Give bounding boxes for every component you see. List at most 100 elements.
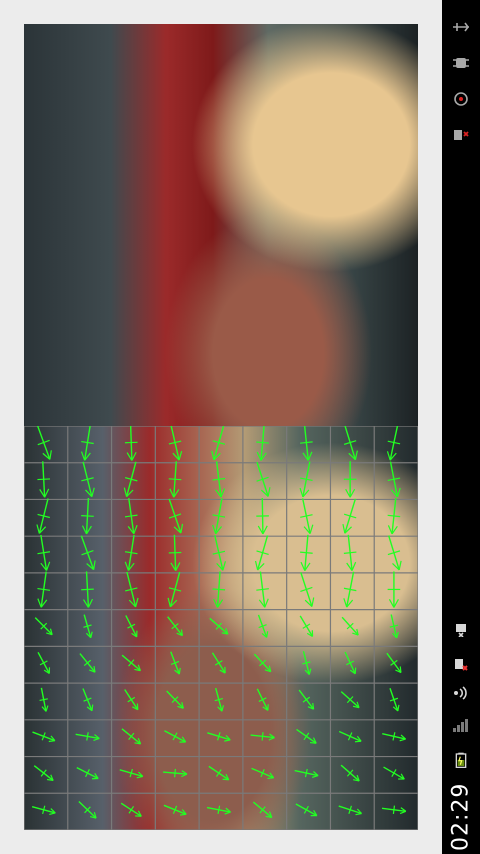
alarm-icon	[449, 620, 473, 638]
flow-vector	[75, 732, 100, 742]
no-sim-icon	[449, 656, 473, 674]
flow-vector	[82, 688, 94, 712]
flow-vector	[81, 461, 95, 498]
flow-vector	[300, 498, 314, 534]
flow-vector	[207, 732, 231, 742]
flow-vector	[387, 498, 401, 535]
flow-vector	[206, 805, 231, 815]
flow-vector	[343, 426, 358, 461]
flow-vector	[256, 571, 269, 608]
flow-vector	[296, 728, 317, 744]
usb-icon	[449, 18, 473, 36]
flow-vector	[250, 732, 275, 741]
flow-vector	[163, 804, 187, 816]
flow-vector	[168, 498, 184, 534]
flow-vector	[257, 614, 269, 638]
flow-vector	[166, 690, 184, 709]
flow-vector	[294, 768, 319, 778]
flow-vector	[83, 614, 93, 639]
signal-icon	[449, 684, 473, 702]
flow-vector	[208, 765, 230, 781]
flow-vector	[81, 497, 94, 535]
flow-vector	[78, 800, 97, 819]
flow-vector	[252, 801, 273, 819]
flow-vector	[37, 571, 51, 608]
flow-vector	[389, 688, 400, 712]
flow-vector	[387, 461, 401, 498]
flow-vector	[381, 805, 407, 815]
flow-vector	[387, 535, 402, 571]
flow-vector	[32, 731, 56, 743]
optical-flow-panel	[24, 426, 418, 830]
flow-vector	[168, 426, 183, 461]
flow-vector	[31, 805, 56, 815]
flow-vector	[168, 534, 182, 572]
flow-vector	[256, 688, 269, 711]
flow-vector	[342, 498, 357, 534]
flow-vector	[302, 651, 312, 675]
flow-vector	[124, 571, 139, 608]
flow-vector	[212, 535, 226, 571]
flow-vector	[123, 461, 138, 498]
battery-charging-icon	[449, 746, 473, 774]
flow-vector	[163, 768, 188, 778]
flow-vector	[37, 651, 51, 674]
flow-vector	[124, 426, 138, 461]
flow-vector	[121, 728, 142, 745]
flow-vector	[387, 571, 401, 608]
flow-vector	[120, 802, 142, 817]
flow-vector	[124, 534, 138, 571]
app-screen: 02:29	[0, 0, 480, 854]
flow-vector	[209, 617, 229, 635]
flow-vector	[299, 461, 313, 498]
flow-vector	[343, 571, 357, 608]
flow-vector	[211, 652, 226, 674]
flow-vector	[168, 461, 182, 498]
flow-vector	[340, 691, 360, 709]
flow-vector	[124, 689, 139, 711]
flow-vector	[343, 534, 357, 571]
flow-vector	[382, 732, 407, 742]
flow-vector	[253, 653, 272, 673]
flow-vector	[36, 426, 52, 460]
optical-flow-grid	[24, 426, 418, 830]
flow-vector	[214, 687, 224, 712]
flow-vector	[124, 498, 138, 535]
flow-vector	[81, 571, 94, 608]
flow-vector	[80, 535, 96, 571]
flow-vector	[344, 651, 357, 675]
flow-vector	[80, 426, 94, 461]
flow-vector	[33, 765, 54, 782]
flow-vector	[341, 616, 359, 636]
flow-vector	[343, 461, 357, 498]
flow-vector	[121, 654, 142, 672]
flow-vector	[256, 461, 271, 497]
download-icon	[449, 90, 473, 108]
flow-vector	[338, 805, 362, 816]
status-time: 02:29	[448, 782, 474, 852]
flow-vector	[164, 730, 187, 743]
camera-preview	[24, 24, 418, 426]
flow-vector	[36, 498, 50, 534]
flow-vector	[386, 652, 402, 674]
flow-vector	[251, 767, 275, 780]
flow-vector	[254, 535, 269, 571]
flow-vector	[295, 803, 318, 817]
flow-vector	[167, 571, 182, 608]
flow-vector	[256, 426, 269, 461]
flow-vector	[79, 653, 96, 673]
flow-vector	[39, 687, 49, 712]
debug-icon	[449, 54, 473, 72]
flow-vector	[212, 498, 226, 535]
flow-vector	[299, 615, 314, 637]
flow-vector	[300, 534, 313, 571]
flow-vector	[300, 426, 313, 461]
status-bar: 02:29	[442, 0, 480, 854]
flow-vector	[170, 651, 181, 675]
flow-vector	[212, 461, 226, 498]
flow-vector	[34, 617, 53, 636]
flow-vector	[338, 730, 362, 743]
flow-vector	[119, 768, 144, 779]
camera-viewer	[24, 24, 418, 830]
sim-error-icon	[449, 126, 473, 144]
